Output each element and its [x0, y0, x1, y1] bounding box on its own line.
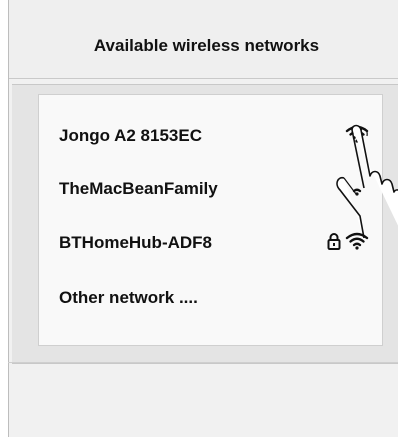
network-item-bthomehub[interactable]: BTHomeHub-ADF8: [59, 228, 369, 258]
network-name: TheMacBeanFamily: [59, 179, 218, 198]
divider: [8, 362, 398, 363]
network-item-jongo[interactable]: Jongo A2 8153EC: [59, 121, 369, 151]
network-name: BTHomeHub-ADF8: [59, 233, 212, 252]
network-name: Jongo A2 8153EC: [59, 126, 202, 145]
page-title: Available wireless networks: [93, 36, 320, 55]
network-item-other[interactable]: Other network ....: [59, 283, 369, 313]
pointing-hand-icon: [336, 124, 398, 238]
header: Available wireless networks: [9, 0, 398, 79]
network-name: Other network ....: [59, 288, 198, 307]
network-item-themacbeanfamily[interactable]: TheMacBeanFamily: [59, 174, 369, 204]
network-list: Jongo A2 8153EC TheMacBeanFamily BTHomeH…: [38, 94, 383, 346]
